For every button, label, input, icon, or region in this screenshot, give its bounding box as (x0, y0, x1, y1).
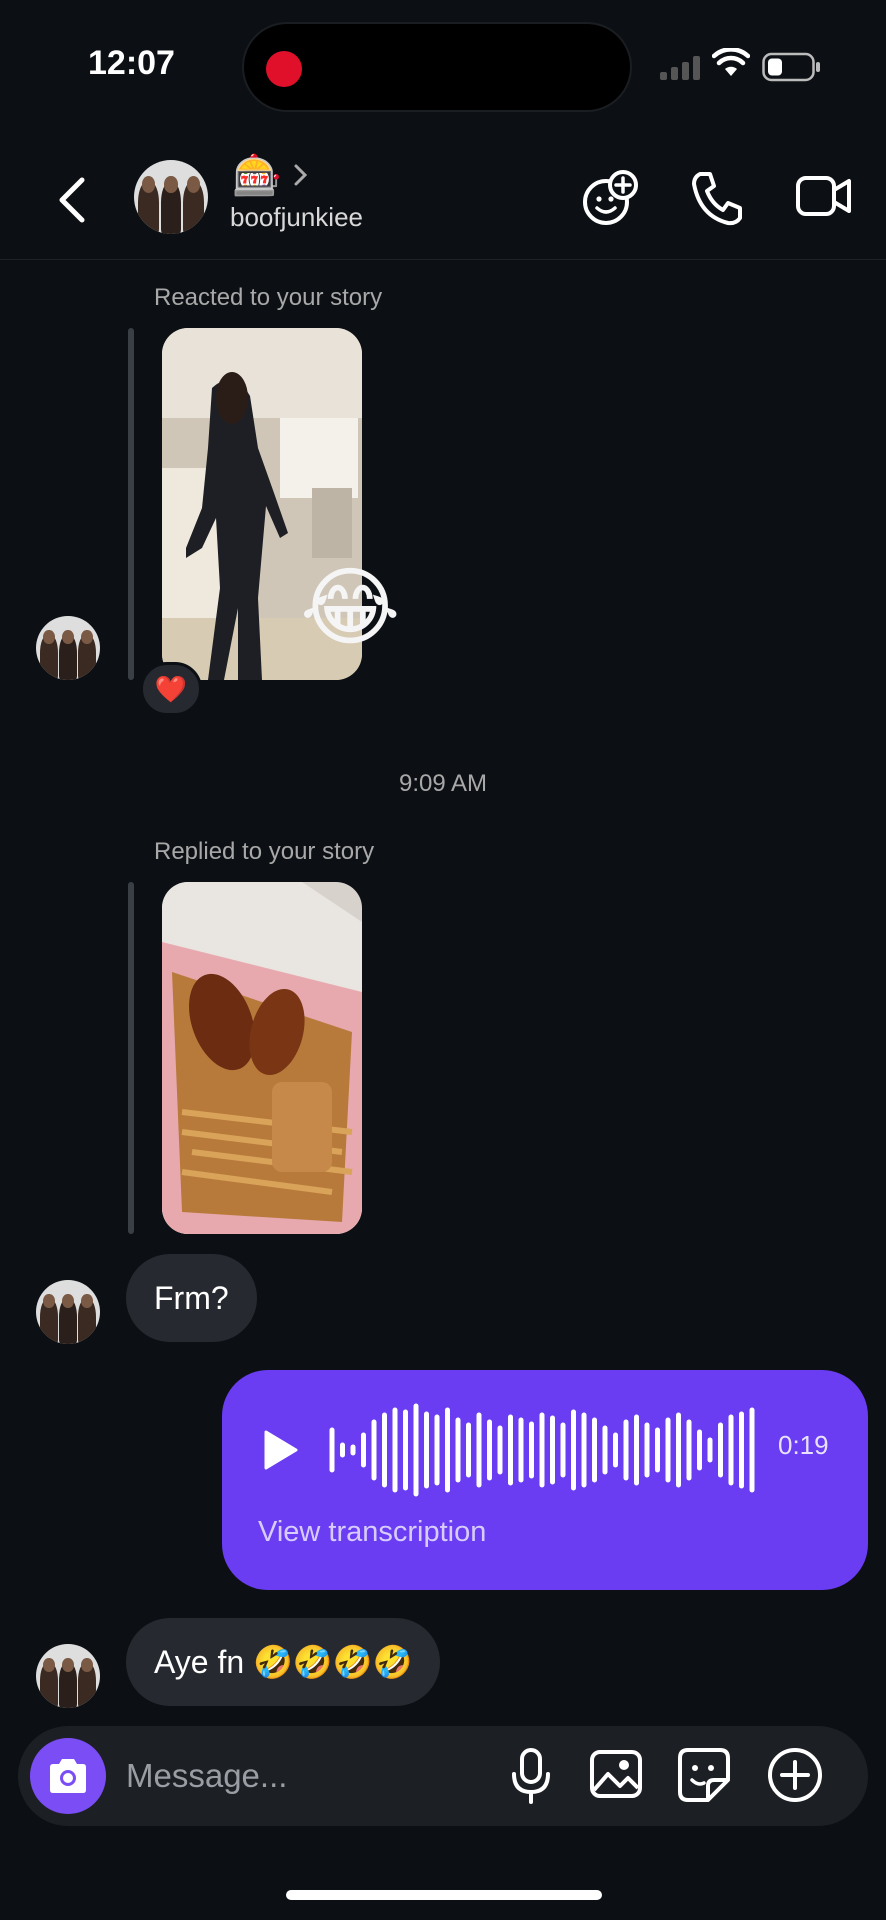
view-transcription-link[interactable]: View transcription (258, 1516, 486, 1549)
avatar[interactable] (36, 1280, 100, 1344)
message-timestamp: 9:09 AM (398, 770, 488, 797)
story-image-food (162, 882, 362, 1234)
battery-icon (762, 52, 820, 82)
chevron-right-icon[interactable] (292, 162, 310, 188)
avatar[interactable] (36, 616, 100, 680)
sticker-icon[interactable] (676, 1746, 732, 1804)
status-time: 12:07 (88, 44, 175, 82)
dynamic-island (242, 22, 632, 112)
add-icon[interactable] (766, 1746, 824, 1804)
quote-bar (128, 328, 134, 680)
heart-reaction[interactable]: ❤️ (140, 662, 202, 716)
waveform-icon (329, 1403, 755, 1497)
avatar[interactable] (134, 160, 208, 234)
status-bar: 12:07 (0, 0, 886, 130)
camera-icon (50, 1759, 86, 1793)
chat-header: 🎰 boofjunkiee (0, 140, 886, 260)
username[interactable]: boofjunkiee (230, 202, 363, 233)
profile-name-emoji[interactable]: 🎰 (232, 154, 282, 198)
cellular-signal-icon (660, 56, 700, 80)
back-icon[interactable] (48, 170, 98, 230)
message-composer (18, 1726, 868, 1826)
voice-duration: 0:19 (778, 1430, 829, 1460)
video-icon[interactable] (794, 168, 854, 224)
voice-message[interactable]: 0:19 View transcription (222, 1370, 868, 1590)
play-icon[interactable] (260, 1428, 300, 1472)
wifi-icon (712, 48, 750, 76)
story-thumbnail[interactable] (162, 882, 362, 1234)
incoming-message[interactable]: Aye fn 🤣🤣🤣🤣 (126, 1618, 441, 1706)
message-input[interactable] (126, 1750, 396, 1802)
incoming-message[interactable]: Frm? (126, 1254, 257, 1342)
story-reaction-label: Reacted to your story (154, 284, 383, 311)
avatar[interactable] (36, 1644, 100, 1708)
camera-button[interactable] (30, 1738, 106, 1814)
reaction-emoji: 😂 (300, 560, 401, 656)
add-avatar-icon[interactable] (580, 168, 642, 230)
microphone-icon[interactable] (508, 1746, 554, 1806)
recording-indicator-icon (266, 51, 302, 87)
gallery-icon[interactable] (588, 1746, 644, 1802)
home-indicator (286, 1890, 602, 1900)
phone-icon[interactable] (688, 168, 744, 228)
quote-bar (128, 882, 134, 1234)
story-reply-label: Replied to your story (154, 838, 375, 865)
